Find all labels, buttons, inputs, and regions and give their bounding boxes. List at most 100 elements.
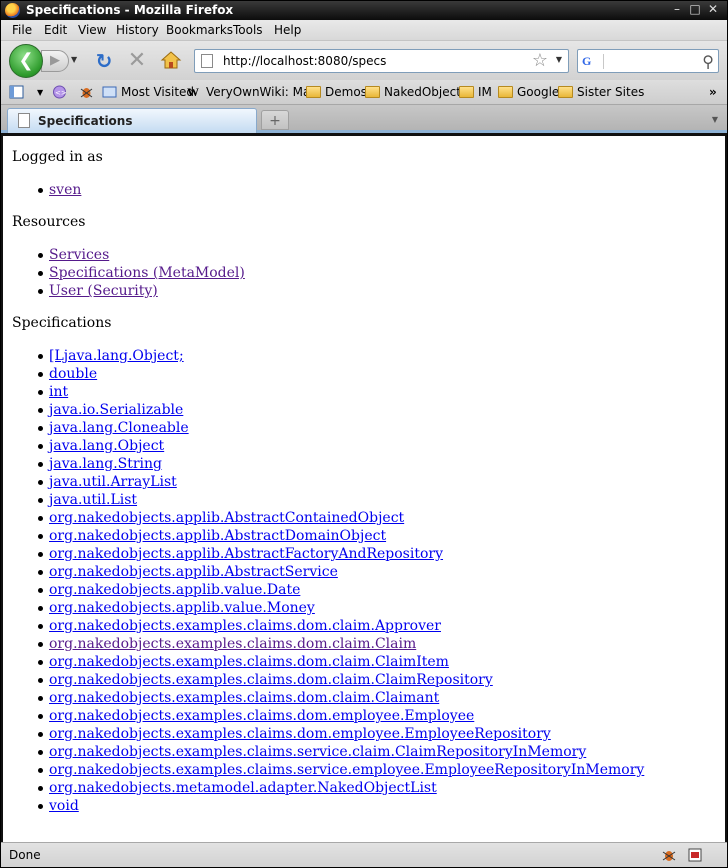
resources-list: Services Specifications (MetaModel) User (… <box>38 246 245 300</box>
specification-link[interactable]: org.nakedobjects.metamodel.adapter.Naked… <box>49 780 437 796</box>
user-link[interactable]: sven <box>49 182 81 198</box>
stop-icon: ✕ <box>127 48 147 73</box>
specification-link[interactable]: org.nakedobjects.examples.claims.dom.cla… <box>49 690 439 706</box>
maximize-icon[interactable]: □ <box>687 2 703 17</box>
home-button[interactable] <box>159 50 183 72</box>
list-item: int <box>37 383 644 401</box>
reload-button[interactable]: ↻ <box>93 50 115 72</box>
new-tab-button[interactable]: + <box>261 110 289 130</box>
forward-button[interactable]: ▶ <box>41 50 69 72</box>
list-item: java.lang.String <box>37 455 644 473</box>
url-dropdown-icon[interactable]: ▼ <box>556 55 562 64</box>
menu-bookmarks[interactable]: Bookmarks <box>166 23 233 37</box>
list-item: sven <box>37 181 81 199</box>
firebug-icon[interactable] <box>79 85 94 99</box>
search-engine-selector[interactable]: G <box>582 54 604 69</box>
bookmarks-overflow-icon[interactable]: » <box>709 84 717 100</box>
menu-help[interactable]: Help <box>274 23 301 37</box>
specification-link[interactable]: java.lang.String <box>49 456 162 472</box>
menu-file[interactable]: File <box>12 23 32 37</box>
list-item: java.util.ArrayList <box>37 473 644 491</box>
bookmark-folder-nakedobjects[interactable]: NakedObjects <box>365 84 467 100</box>
specification-link[interactable]: org.nakedobjects.examples.claims.dom.emp… <box>49 726 551 742</box>
bookmark-folder-demos[interactable]: Demos <box>306 84 367 100</box>
bookmark-label: Demos <box>325 85 367 99</box>
stop-button[interactable]: ✕ <box>126 50 148 72</box>
bookmark-label: Google <box>517 85 560 99</box>
browser-window: Specifications - Mozilla Firefox – □ ✕ F… <box>0 0 728 868</box>
specification-link[interactable]: org.nakedobjects.applib.AbstractFactoryA… <box>49 546 443 562</box>
specification-link[interactable]: org.nakedobjects.examples.claims.dom.emp… <box>49 708 474 724</box>
specification-link[interactable]: org.nakedobjects.applib.AbstractDomainOb… <box>49 528 386 544</box>
menu-history[interactable]: History <box>116 23 159 37</box>
specification-link[interactable]: java.lang.Object <box>49 438 164 454</box>
specification-link[interactable]: org.nakedobjects.applib.value.Money <box>49 600 315 616</box>
list-item: java.io.Serializable <box>37 401 644 419</box>
bookmark-star-icon[interactable]: ☆ <box>532 51 548 71</box>
bookmark-most-visited[interactable]: Most Visited <box>102 84 194 100</box>
specification-link[interactable]: org.nakedobjects.examples.claims.dom.cla… <box>49 636 416 652</box>
list-item: [Ljava.lang.Object; <box>37 347 644 365</box>
sidebar-toggle-icon[interactable] <box>9 85 24 99</box>
specification-link[interactable]: org.nakedobjects.examples.claims.service… <box>49 762 644 778</box>
resource-link[interactable]: User (Security) <box>49 283 158 299</box>
bookmark-folder-sister-sites[interactable]: Sister Sites <box>558 84 644 100</box>
specification-link[interactable]: java.lang.Cloneable <box>49 420 189 436</box>
bookmark-folder-google[interactable]: Google <box>498 84 559 100</box>
bookmarks-toolbar: ▼ <> Most Visited W VeryOwnWiki: Main Dem… <box>1 80 727 105</box>
plus-icon: + <box>269 113 281 129</box>
bookmarks-dropdown-icon[interactable]: ▼ <box>37 85 43 101</box>
specification-link[interactable]: org.nakedobjects.applib.value.Date <box>49 582 300 598</box>
list-item: org.nakedobjects.applib.AbstractFactoryA… <box>37 545 644 563</box>
menu-edit[interactable]: Edit <box>44 23 67 37</box>
tab-label: Specifications <box>38 114 133 128</box>
firebug-status-icon[interactable] <box>661 847 677 863</box>
web-developer-icon[interactable]: <> <box>52 85 67 99</box>
status-text: Done <box>9 848 41 862</box>
tab-list-dropdown-icon[interactable]: ▼ <box>707 110 723 130</box>
specification-link[interactable]: [Ljava.lang.Object; <box>49 348 184 364</box>
back-button[interactable]: ❮ <box>9 44 43 78</box>
minimize-icon[interactable]: – <box>669 2 685 17</box>
resource-link[interactable]: Services <box>49 247 109 263</box>
folder-icon <box>365 86 380 98</box>
specification-link[interactable]: org.nakedobjects.applib.AbstractService <box>49 564 338 580</box>
specification-link[interactable]: java.util.ArrayList <box>49 474 177 490</box>
url-text[interactable]: http://localhost:8080/specs <box>223 54 386 68</box>
specification-link[interactable]: java.io.Serializable <box>49 402 183 418</box>
bookmark-veryownwiki[interactable]: W VeryOwnWiki: Main <box>187 84 321 100</box>
list-item: org.nakedobjects.metamodel.adapter.Naked… <box>37 779 644 797</box>
title-bar: Specifications - Mozilla Firefox – □ ✕ <box>1 1 727 20</box>
specification-link[interactable]: org.nakedobjects.examples.claims.dom.cla… <box>49 618 441 634</box>
tab-specifications[interactable]: Specifications <box>7 108 257 133</box>
resource-link[interactable]: Specifications (MetaModel) <box>49 265 245 281</box>
addon-status-icon[interactable] <box>687 847 703 863</box>
specification-link[interactable]: org.nakedobjects.examples.claims.service… <box>49 744 586 760</box>
bookmark-label: NakedObjects <box>384 85 468 99</box>
history-dropdown-icon[interactable]: ▼ <box>71 53 81 67</box>
folder-icon <box>558 86 573 98</box>
list-item: Specifications (MetaModel) <box>38 264 245 282</box>
list-item: org.nakedobjects.applib.value.Money <box>37 599 644 617</box>
specification-link[interactable]: java.util.List <box>49 492 137 508</box>
bookmark-folder-im[interactable]: IM <box>459 84 492 100</box>
search-icon[interactable]: ⚲ <box>702 52 714 71</box>
specification-link[interactable]: double <box>49 366 97 382</box>
specification-link[interactable]: org.nakedobjects.examples.claims.dom.cla… <box>49 672 493 688</box>
close-icon[interactable]: ✕ <box>705 2 721 17</box>
menu-tools[interactable]: Tools <box>233 23 263 37</box>
url-bar[interactable]: http://localhost:8080/specs ☆ ▼ <box>194 49 569 73</box>
reload-icon: ↻ <box>95 49 113 73</box>
specification-link[interactable]: org.nakedobjects.applib.AbstractContaine… <box>49 510 404 526</box>
list-item: org.nakedobjects.applib.AbstractService <box>37 563 644 581</box>
list-item: org.nakedobjects.examples.claims.dom.cla… <box>37 617 644 635</box>
specification-link[interactable]: void <box>49 798 79 814</box>
list-item: User (Security) <box>38 282 245 300</box>
search-bar[interactable]: G ⚲ <box>577 49 719 73</box>
specification-link[interactable]: int <box>49 384 68 400</box>
specification-link[interactable]: org.nakedobjects.examples.claims.dom.cla… <box>49 654 449 670</box>
firefox-logo-icon <box>5 3 20 18</box>
menu-view[interactable]: View <box>78 23 106 37</box>
list-item: double <box>37 365 644 383</box>
svg-text:<>: <> <box>55 89 67 97</box>
